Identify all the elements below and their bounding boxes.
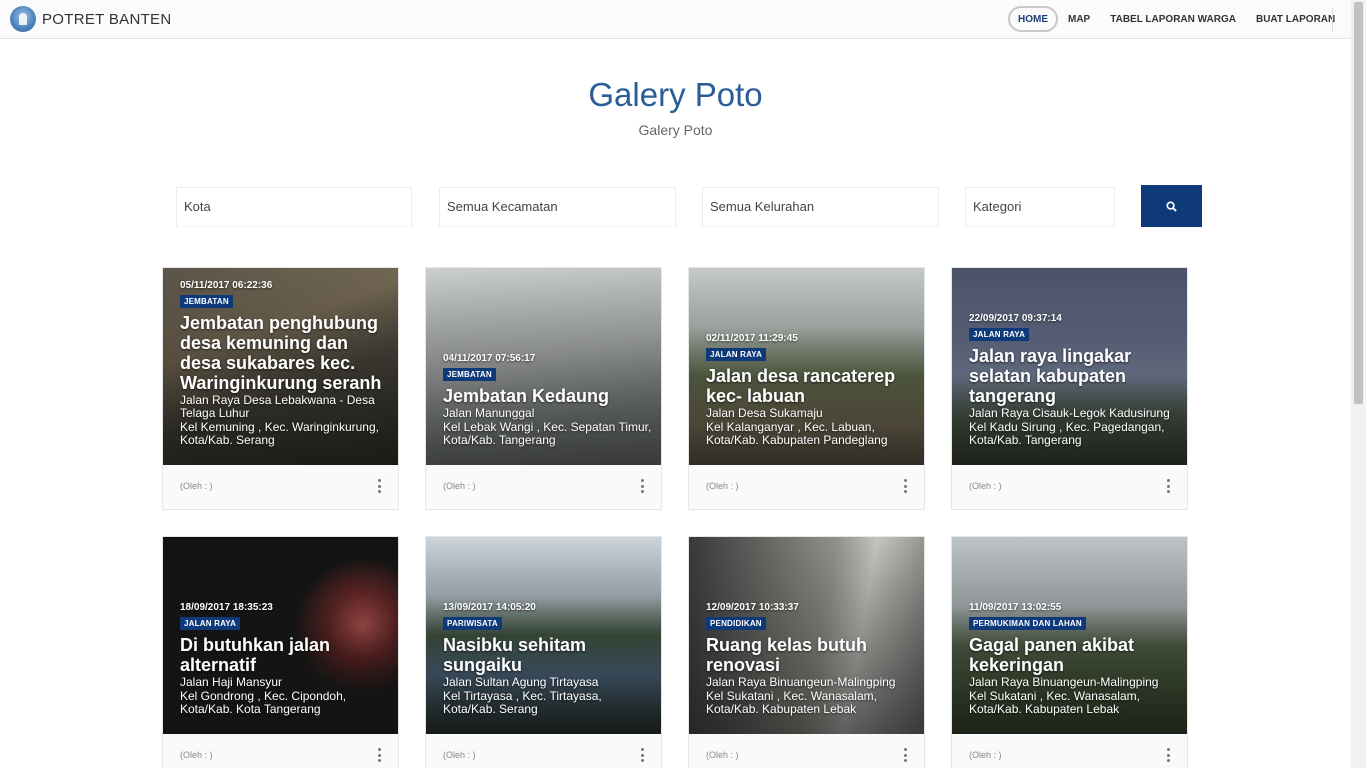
card-photo[interactable]: 18/09/2017 18:35:23 JALAN RAYA Di butuhk…: [163, 537, 398, 734]
card-title[interactable]: Jalan raya lingakar selatan kabupaten ta…: [969, 346, 1183, 406]
main-nav: HOME MAP TABEL LAPORAN WARGA BUAT LAPORA…: [1008, 6, 1345, 32]
card-area: Kel Kadu Sirung , Kec. Pagedangan, Kota/…: [969, 420, 1165, 447]
card-title[interactable]: Nasibku sehitam sungaiku: [443, 635, 657, 675]
card-area: Kel Kemuning , Kec. Waringinkurung, Kota…: [180, 420, 379, 447]
card-title[interactable]: Jembatan penghubung desa kemuning dan de…: [180, 313, 394, 393]
card-photo[interactable]: 12/09/2017 10:33:37 PENDIDIKAN Ruang kel…: [689, 537, 924, 734]
brand-name: POTRET BANTEN: [42, 10, 172, 28]
card-street: Jalan Manunggal: [443, 406, 535, 420]
category-badge: JEMBATAN: [443, 368, 496, 381]
page-scrollbar[interactable]: [1351, 0, 1366, 768]
card-title[interactable]: Gagal panen akibat kekeringan: [969, 635, 1183, 675]
more-options-icon[interactable]: [640, 479, 644, 493]
card-date: 05/11/2017 06:22:36: [180, 280, 273, 291]
card-author: (Oleh : ): [706, 750, 739, 760]
card-date: 12/09/2017 10:33:37: [706, 602, 799, 613]
gallery-card[interactable]: 12/09/2017 10:33:37 PENDIDIKAN Ruang kel…: [688, 536, 925, 768]
category-badge: PARIWISATA: [443, 617, 502, 630]
page-subtitle: Galery Poto: [638, 122, 713, 138]
gallery-card[interactable]: 05/11/2017 06:22:36 JEMBATAN Jembatan pe…: [162, 267, 399, 510]
card-street: Jalan Raya Cisauk-Legok Kadusirung: [969, 406, 1170, 420]
gallery-card[interactable]: 13/09/2017 14:05:20 PARIWISATA Nasibku s…: [425, 536, 662, 768]
gallery-card[interactable]: 18/09/2017 18:35:23 JALAN RAYA Di butuhk…: [162, 536, 399, 768]
kota-select[interactable]: Kota: [176, 187, 412, 227]
card-street: Jalan Sultan Agung Tirtayasa: [443, 675, 599, 689]
category-badge: JEMBATAN: [180, 295, 233, 308]
search-icon: [1166, 200, 1177, 212]
card-area: Kel Kalanganyar , Kec. Labuan, Kota/Kab.…: [706, 420, 888, 447]
card-date: 18/09/2017 18:35:23: [180, 602, 273, 613]
card-author: (Oleh : ): [706, 481, 739, 491]
scrollbar-thumb[interactable]: [1354, 2, 1363, 404]
more-options-icon[interactable]: [640, 748, 644, 762]
gallery-card[interactable]: 02/11/2017 11:29:45 JALAN RAYA Jalan des…: [688, 267, 925, 510]
category-badge: JALAN RAYA: [180, 617, 241, 630]
search-button[interactable]: [1141, 185, 1202, 227]
page-title: Galery Poto: [588, 76, 763, 113]
card-author: (Oleh : ): [969, 750, 1002, 760]
card-date: 02/11/2017 11:29:45: [706, 333, 798, 344]
gallery-card[interactable]: 22/09/2017 09:37:14 JALAN RAYA Jalan ray…: [951, 267, 1188, 510]
card-street: Jalan Desa Sukamaju: [706, 406, 823, 420]
category-badge: JALAN RAYA: [706, 348, 767, 361]
card-title[interactable]: Ruang kelas butuh renovasi: [706, 635, 920, 675]
card-date: 04/11/2017 07:56:17: [443, 353, 536, 364]
gallery-card[interactable]: 04/11/2017 07:56:17 JEMBATAN Jembatan Ke…: [425, 267, 662, 510]
card-area: Kel Gondrong , Kec. Cipondoh, Kota/Kab. …: [180, 689, 347, 716]
navbar: POTRET BANTEN HOME MAP TABEL LAPORAN WAR…: [0, 0, 1351, 39]
kategori-select[interactable]: Kategori: [965, 187, 1115, 227]
more-options-icon[interactable]: [903, 479, 907, 493]
logo-icon: [10, 6, 36, 32]
card-title[interactable]: Di butuhkan jalan alternatif: [180, 635, 394, 675]
kelurahan-select[interactable]: Semua Kelurahan: [702, 187, 939, 227]
card-date: 11/09/2017 13:02:55: [969, 602, 1062, 613]
card-street: Jalan Haji Mansyur: [180, 675, 283, 689]
card-area: Kel Lebak Wangi , Kec. Sepatan Timur, Ko…: [443, 420, 652, 447]
gallery-card[interactable]: 11/09/2017 13:02:55 PERMUKIMAN DAN LAHAN…: [951, 536, 1188, 768]
card-title[interactable]: Jalan desa rancaterep kec- labuan: [706, 366, 920, 406]
card-photo[interactable]: 04/11/2017 07:56:17 JEMBATAN Jembatan Ke…: [426, 268, 661, 465]
card-street: Jalan Raya Desa Lebakwana - Desa Telaga …: [180, 393, 375, 420]
card-author: (Oleh : ): [443, 750, 476, 760]
card-author: (Oleh : ): [180, 750, 213, 760]
card-area: Kel Sukatani , Kec. Wanasalam, Kota/Kab.…: [969, 689, 1140, 716]
more-options-icon[interactable]: [1166, 479, 1170, 493]
card-photo[interactable]: 13/09/2017 14:05:20 PARIWISATA Nasibku s…: [426, 537, 661, 734]
card-photo[interactable]: 22/09/2017 09:37:14 JALAN RAYA Jalan ray…: [952, 268, 1187, 465]
card-author: (Oleh : ): [969, 481, 1002, 491]
card-area: Kel Tirtayasa , Kec. Tirtayasa, Kota/Kab…: [443, 689, 602, 716]
more-options-icon[interactable]: [903, 748, 907, 762]
card-street: Jalan Raya Binuangeun-Malingping: [706, 675, 896, 689]
kecamatan-select[interactable]: Semua Kecamatan: [439, 187, 676, 227]
card-date: 22/09/2017 09:37:14: [969, 313, 1062, 324]
nav-tabel-laporan-warga[interactable]: TABEL LAPORAN WARGA: [1100, 6, 1246, 32]
more-options-icon[interactable]: [377, 748, 381, 762]
category-badge: PERMUKIMAN DAN LAHAN: [969, 617, 1086, 630]
card-date: 13/09/2017 14:05:20: [443, 602, 536, 613]
category-badge: PENDIDIKAN: [706, 617, 766, 630]
card-author: (Oleh : ): [443, 481, 476, 491]
nav-map[interactable]: MAP: [1058, 6, 1100, 32]
card-street: Jalan Raya Binuangeun-Malingping: [969, 675, 1159, 689]
nav-home[interactable]: HOME: [1008, 6, 1058, 32]
more-options-icon[interactable]: [1166, 748, 1170, 762]
card-author: (Oleh : ): [180, 481, 213, 491]
card-photo[interactable]: 11/09/2017 13:02:55 PERMUKIMAN DAN LAHAN…: [952, 537, 1187, 734]
nav-buat-laporan[interactable]: BUAT LAPORAN: [1246, 6, 1345, 32]
card-photo[interactable]: 02/11/2017 11:29:45 JALAN RAYA Jalan des…: [689, 268, 924, 465]
card-photo[interactable]: 05/11/2017 06:22:36 JEMBATAN Jembatan pe…: [163, 268, 398, 465]
card-title[interactable]: Jembatan Kedaung: [443, 386, 657, 406]
nav-divider: [1332, 7, 1333, 32]
category-badge: JALAN RAYA: [969, 328, 1030, 341]
more-options-icon[interactable]: [377, 479, 381, 493]
brand-link[interactable]: POTRET BANTEN: [10, 6, 171, 32]
card-area: Kel Sukatani , Kec. Wanasalam, Kota/Kab.…: [706, 689, 877, 716]
